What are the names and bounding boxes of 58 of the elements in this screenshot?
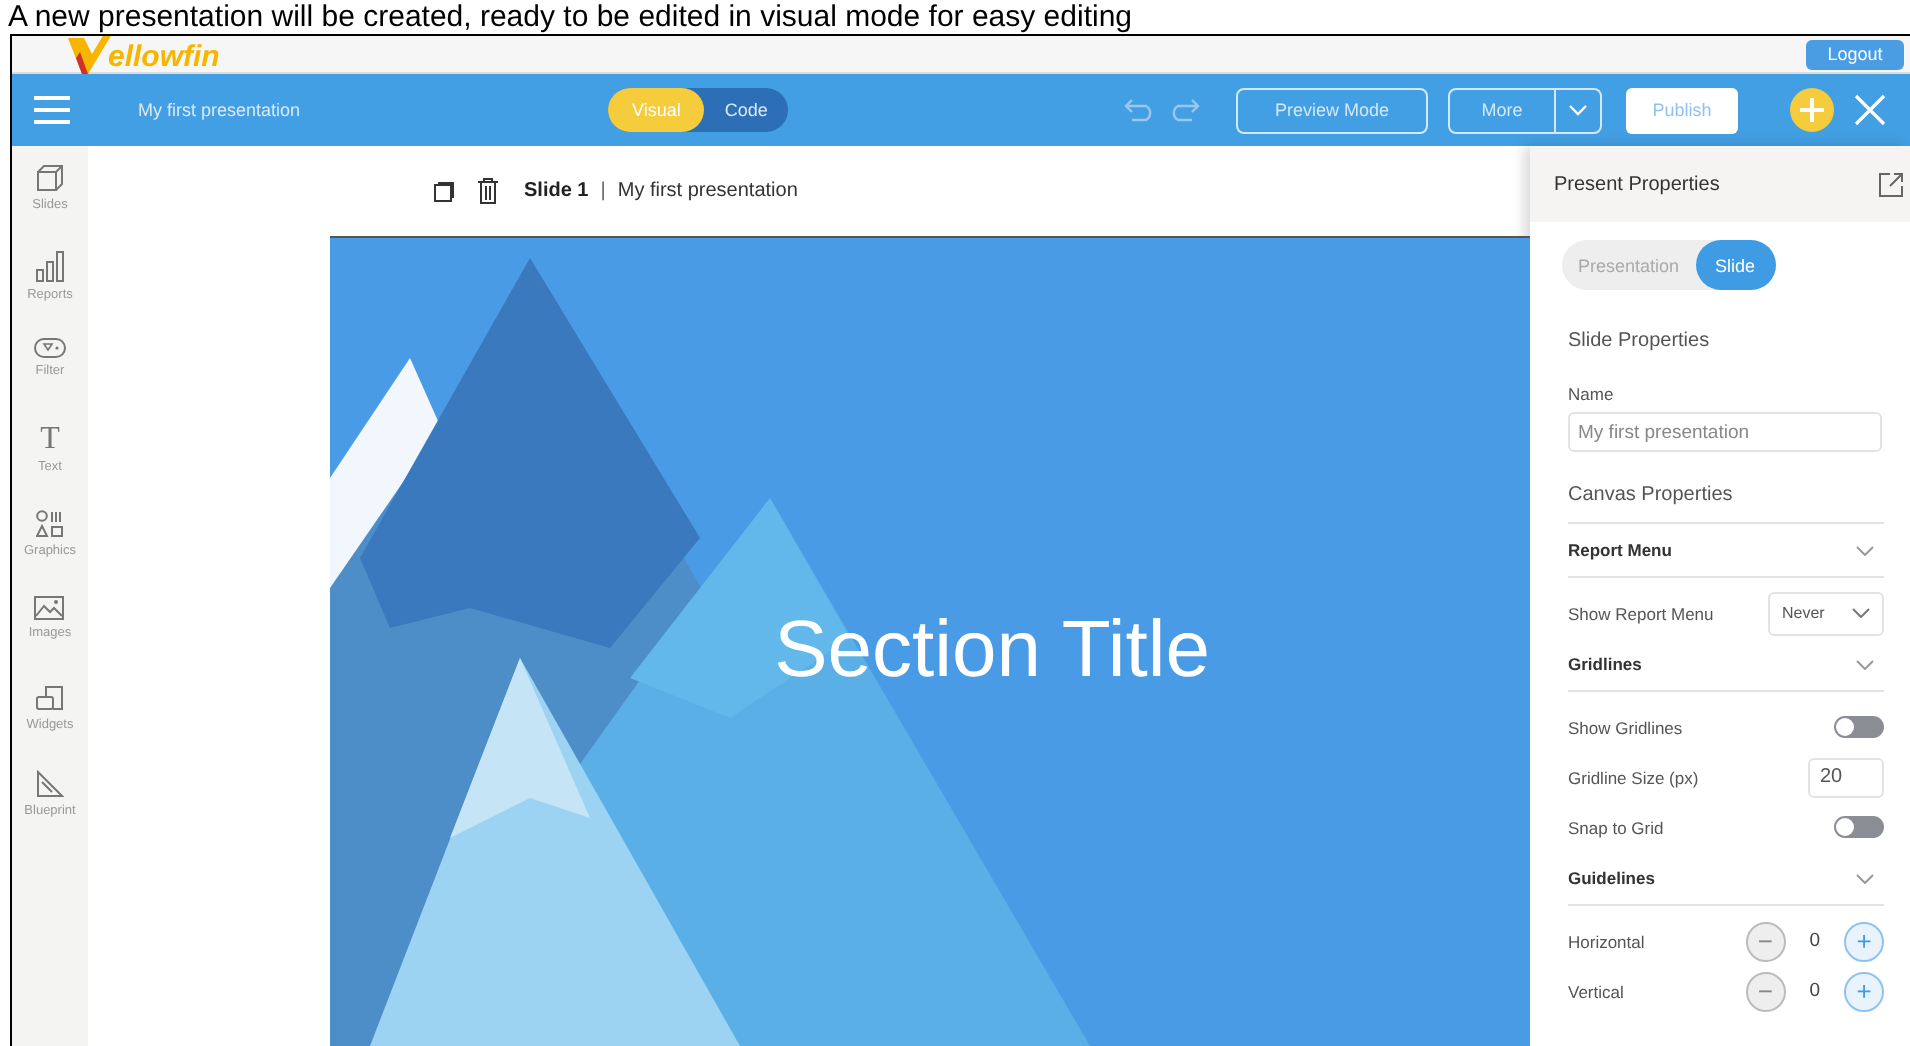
toggle-switch[interactable] [1834, 816, 1884, 838]
panel-title: Present Properties [1554, 173, 1720, 195]
caption-text: A new presentation will be created, ready to be edited in visual mode for easy editing [6, 0, 1135, 34]
mode-toggle[interactable]: Code [704, 88, 788, 132]
bar-chart-icon[interactable] [35, 250, 64, 283]
logout-button[interactable]: Logout [1806, 39, 1904, 69]
mode-toggle[interactable]: Visual [608, 88, 705, 132]
slide-title: My first presentation [617, 180, 798, 202]
size-field[interactable]: 20 [1808, 757, 1884, 797]
setting-label: Horizontal [1568, 931, 1645, 951]
close-icon[interactable] [1854, 94, 1886, 126]
cube-icon[interactable] [36, 164, 64, 192]
count-value: 0 [1809, 980, 1820, 1002]
chevron-down-icon[interactable] [1856, 545, 1874, 555]
shapes-icon[interactable] [35, 510, 64, 539]
publish-button[interactable]: Publish [1626, 87, 1738, 133]
more-button[interactable]: More [1448, 87, 1602, 133]
decrease-button[interactable]: − [1745, 921, 1786, 961]
copy-icon[interactable] [434, 181, 454, 201]
group-heading[interactable]: Report Menu [1568, 540, 1672, 560]
properties-tab[interactable]: Presentation [1562, 240, 1696, 290]
glyph-icon[interactable]: T [40, 423, 60, 454]
section-heading: Canvas Properties [1568, 484, 1884, 524]
widget-icon[interactable] [35, 683, 64, 712]
filter-icon[interactable] [34, 337, 66, 358]
name-field[interactable]: My first presentation [1568, 412, 1882, 452]
toggle-switch[interactable] [1834, 716, 1884, 738]
preview-mode-button[interactable]: Preview Mode [1236, 87, 1428, 133]
increase-button[interactable]: + [1844, 921, 1884, 961]
setting-label: Vertical [1568, 981, 1624, 1001]
logo-mark-icon [68, 36, 112, 74]
chevron-down-icon[interactable] [1852, 608, 1870, 618]
section-title: Section Title [774, 606, 1210, 696]
name-label: Name [1568, 384, 1616, 404]
external-link-icon[interactable] [1878, 171, 1904, 197]
report-menu-select[interactable]: Never [1768, 591, 1884, 635]
image-icon[interactable] [34, 596, 65, 621]
logo-text: ellowfin [108, 42, 220, 74]
trash-icon[interactable] [478, 178, 498, 204]
group-heading[interactable]: Gridlines [1568, 654, 1642, 674]
count-value: 0 [1809, 930, 1820, 952]
properties-tab[interactable]: Slide [1695, 240, 1776, 290]
setting-label: Gridline Size (px) [1568, 767, 1699, 787]
setting-label: Show Gridlines [1568, 717, 1683, 737]
section-heading: Slide Properties [1568, 330, 1712, 352]
group-heading[interactable]: Guidelines [1568, 868, 1655, 888]
menu-icon[interactable] [34, 96, 70, 124]
slide-name: Slide 1 [524, 180, 589, 202]
separator-text: | [600, 180, 606, 202]
setting-label: Show Report Menu [1568, 603, 1714, 623]
setting-label: Snap to Grid [1568, 817, 1664, 837]
presentation-title: My first presentation [138, 100, 303, 120]
chevron-down-icon[interactable] [1856, 659, 1874, 669]
chevron-down-icon[interactable] [1856, 873, 1874, 883]
decrease-button[interactable]: − [1745, 971, 1786, 1011]
slide-background[interactable]: Section Title [330, 236, 1530, 1046]
increase-button[interactable]: + [1844, 971, 1884, 1011]
add-icon[interactable] [1790, 88, 1834, 132]
